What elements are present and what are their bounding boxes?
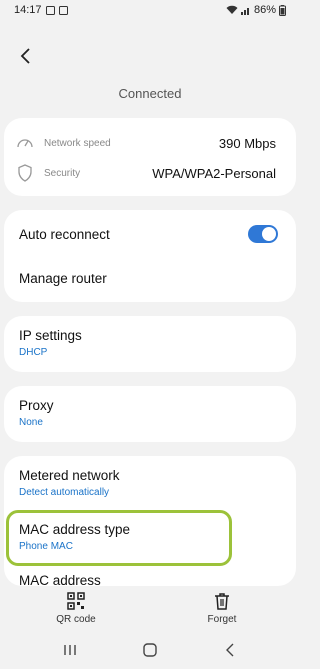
qr-code-button[interactable]: QR code [36,592,116,625]
nav-back-icon [226,643,234,656]
page-title: Connected [118,86,182,101]
ip-settings-label: IP settings [19,328,82,343]
back-button[interactable] [14,44,38,68]
app-notification-icon [58,5,68,15]
signal-icon [240,8,249,15]
forget-button[interactable]: Forget [182,592,262,625]
gallery-notification-icon [45,5,55,15]
speedometer-icon [16,134,34,152]
recent-apps-button[interactable] [58,638,82,662]
network-info-card: Network speed 390 Mbps Security WPA/WPA2… [4,118,296,196]
security-value: WPA/WPA2-Personal [152,165,276,181]
proxy-card[interactable]: Proxy None [4,386,296,442]
bottom-action-bar: QR code Forget [0,586,300,630]
status-time: 14:17 [14,4,42,16]
highlight-outline [6,510,232,566]
metered-network-row[interactable]: Metered network Detect automatically [4,456,296,510]
qr-code-label: QR code [56,614,96,625]
security-row: Security WPA/WPA2-Personal [4,158,296,188]
network-speed-label: Network speed [44,137,111,149]
auto-reconnect-label: Auto reconnect [19,227,110,242]
recent-apps-icon [64,644,76,655]
auto-reconnect-toggle[interactable] [248,225,278,243]
security-label: Security [44,167,81,179]
mac-address-row[interactable]: MAC address [4,566,296,588]
manage-router-label: Manage router [19,271,107,286]
qr-code-icon [67,592,85,610]
battery-percentage: 86% [253,4,276,16]
proxy-value: None [19,417,43,428]
ip-settings-card[interactable]: IP settings DHCP [4,316,296,372]
system-nav-bar [0,630,300,669]
network-speed-row: Network speed 390 Mbps [4,128,296,158]
back-arrow-icon [20,48,30,64]
auto-reconnect-row[interactable]: Auto reconnect [4,210,296,256]
metered-network-value: Detect automatically [19,487,110,498]
trash-icon [215,593,229,610]
ip-settings-value: DHCP [19,347,48,358]
forget-label: Forget [207,614,237,625]
home-icon [143,642,157,657]
connection-options-card: Auto reconnect Manage router [4,210,296,302]
metered-network-label: Metered network [19,468,120,483]
manage-router-row[interactable]: Manage router [4,256,296,302]
proxy-label: Proxy [19,398,54,413]
status-bar: 14:17 86% [0,0,300,20]
wifi-icon [226,5,238,14]
network-speed-value: 390 Mbps [218,135,276,151]
toggle-knob [262,227,276,241]
shield-icon [16,164,34,182]
nav-back-button[interactable] [218,638,242,662]
battery-icon [279,4,286,16]
home-button[interactable] [138,638,162,662]
